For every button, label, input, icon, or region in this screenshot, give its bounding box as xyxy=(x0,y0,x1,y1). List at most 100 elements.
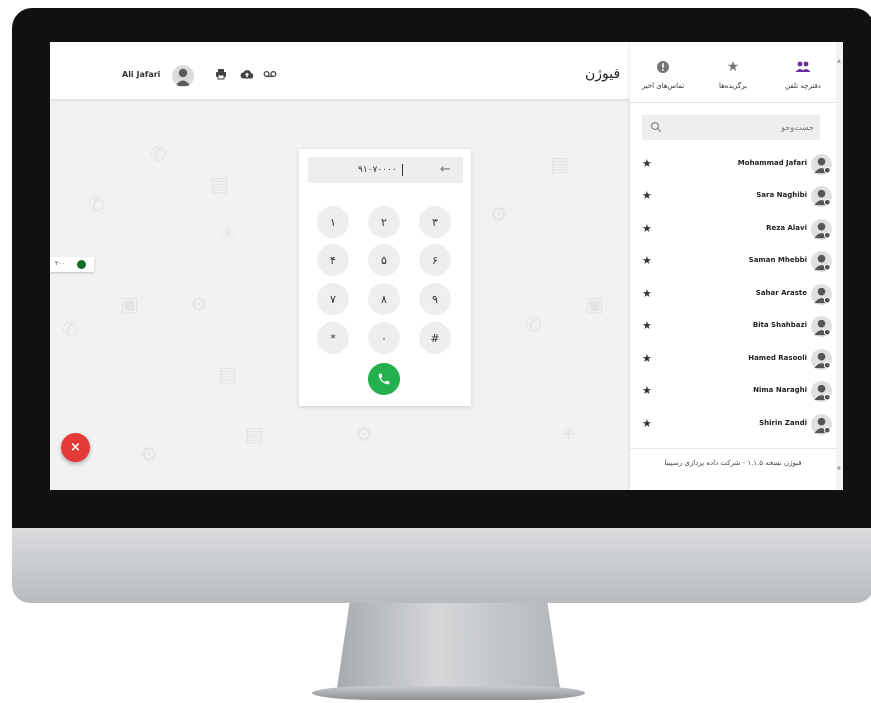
clipboard-doodle-icon: ▤ xyxy=(218,362,237,386)
contact-avatar-icon xyxy=(811,316,832,337)
status-badge[interactable]: ۲۰۰ xyxy=(50,257,94,272)
app-brand-title: فیوژن xyxy=(585,66,621,82)
tab-favorites-label: برگزیده‌ها xyxy=(718,82,748,90)
scroll-down-arrow-icon[interactable]: ▼ xyxy=(837,466,841,472)
phone-doodle-icon: ✆ xyxy=(150,142,167,166)
contact-avatar-icon xyxy=(811,251,832,272)
dial-key-9[interactable]: ۹ xyxy=(419,283,451,315)
top-bar: Ali Jafari فیوژن xyxy=(50,42,630,99)
gear-doodle-icon: ⚙ xyxy=(190,292,208,316)
favorite-star-icon[interactable]: ★ xyxy=(642,189,652,202)
dial-key-0[interactable]: ۰ xyxy=(368,322,400,354)
gear-doodle-icon: ⚙ xyxy=(140,442,158,466)
favorite-star-icon[interactable]: ★ xyxy=(642,254,652,267)
clipboard-doodle-icon: ▤ xyxy=(550,152,569,176)
app-screen: ✆ ▤ ✆ ✳ ▣ ⚙ ✆ ▤ ⚙ ▤ ⚙ ✆ ▣ ▤ ✳ ⚙ Ali Jafa… xyxy=(50,42,843,490)
voicemail-icon[interactable] xyxy=(263,68,277,82)
divider xyxy=(630,448,836,449)
contact-row[interactable]: ★ Nima Naraghi xyxy=(630,375,836,407)
search-box xyxy=(642,115,820,140)
contact-name: Mohammad Jafari xyxy=(737,159,807,167)
contact-row[interactable]: ★ Mohammad Jafari xyxy=(630,148,836,180)
contacts-icon xyxy=(770,60,836,77)
dial-key-5[interactable]: ۵ xyxy=(368,244,400,276)
favorite-star-icon[interactable]: ★ xyxy=(642,222,652,235)
sparkle-doodle-icon: ✳ xyxy=(220,222,237,246)
contact-row[interactable]: ★ Hamed Rasooli xyxy=(630,343,836,375)
status-dot-icon xyxy=(77,260,86,269)
phone-icon xyxy=(378,373,390,385)
contact-name: Hamed Rasooli xyxy=(748,354,807,362)
tab-phonebook-label: دفترچه تلفن xyxy=(785,82,821,90)
contact-name: Reza Alavi xyxy=(766,224,807,232)
tab-phonebook[interactable]: دفترچه تلفن xyxy=(770,42,836,102)
status-badge-text: ۲۰۰ xyxy=(55,260,65,267)
dial-key-4[interactable]: ۴ xyxy=(317,244,349,276)
dial-key-star[interactable]: * xyxy=(317,322,349,354)
contact-avatar-icon xyxy=(811,154,832,175)
dial-key-7[interactable]: ۷ xyxy=(317,283,349,315)
contact-avatar-icon xyxy=(811,381,832,402)
favorite-star-icon[interactable]: ★ xyxy=(642,417,652,430)
contact-row[interactable]: ★ Sara Naghibi xyxy=(630,180,836,212)
contact-avatar-icon xyxy=(811,284,832,305)
contact-avatar-icon xyxy=(811,414,832,435)
contact-row[interactable]: ★ Sahar Araste xyxy=(630,278,836,310)
dial-key-2[interactable]: ۲ xyxy=(368,206,400,238)
gear-doodle-icon: ⚙ xyxy=(490,202,508,226)
contact-row[interactable]: ★ Saman Mhebbi xyxy=(630,245,836,277)
favorite-star-icon[interactable]: ★ xyxy=(642,319,652,332)
close-fab-button[interactable]: × xyxy=(61,433,90,462)
search-icon[interactable] xyxy=(650,121,662,133)
star-icon: ★ xyxy=(726,59,740,75)
phone-doodle-icon: ✆ xyxy=(525,312,542,336)
sidebar-scrollbar[interactable]: ▲ ▼ xyxy=(836,42,843,490)
phone-doodle-icon: ✆ xyxy=(88,192,105,216)
contact-name: Sahar Araste xyxy=(755,289,807,297)
contact-name: Sara Naghibi xyxy=(756,191,807,199)
favorite-star-icon[interactable]: ★ xyxy=(642,384,652,397)
dial-key-3[interactable]: ۳ xyxy=(419,206,451,238)
dialed-number: ۹۱۰۷۰۰۰۰ xyxy=(358,165,397,175)
contact-row[interactable]: ★ Bita Shahbazi xyxy=(630,310,836,342)
contacts-sidebar: تماس‌های اخیر ★ برگزیده‌ها دفترچه تلفن xyxy=(630,42,843,490)
user-name: Ali Jafari xyxy=(122,70,161,79)
scroll-up-arrow-icon[interactable]: ▲ xyxy=(837,58,841,64)
alert-circle-icon xyxy=(630,60,696,77)
phone-doodle-icon: ✆ xyxy=(62,317,79,341)
contact-name: Shirin Zandi xyxy=(759,419,807,427)
backspace-arrow-icon[interactable]: ← xyxy=(440,162,451,177)
user-avatar-icon[interactable] xyxy=(172,65,194,87)
clipboard-doodle-icon: ▤ xyxy=(245,422,264,446)
tab-favorites[interactable]: ★ برگزیده‌ها xyxy=(700,42,766,102)
contact-row[interactable]: ★ Shirin Zandi xyxy=(630,408,836,440)
contact-avatar-icon xyxy=(811,349,832,370)
text-cursor xyxy=(402,164,403,176)
dial-key-6[interactable]: ۶ xyxy=(419,244,451,276)
call-button[interactable] xyxy=(368,363,400,395)
version-footer: فیوژن نسخه ۱.۱.۵ - شرکت داده پردازی رسپی… xyxy=(664,459,802,467)
monitor-stand xyxy=(336,603,561,695)
favorite-star-icon[interactable]: ★ xyxy=(642,352,652,365)
contact-name: Bita Shahbazi xyxy=(752,321,807,329)
contact-row[interactable]: ★ Reza Alavi xyxy=(630,213,836,245)
search-input[interactable] xyxy=(666,115,814,140)
print-icon[interactable] xyxy=(215,68,227,82)
favorite-star-icon[interactable]: ★ xyxy=(642,287,652,300)
dial-display[interactable]: ۹۱۰۷۰۰۰۰ ← xyxy=(308,157,463,183)
favorite-star-icon[interactable]: ★ xyxy=(642,157,652,170)
dial-key-hash[interactable]: # xyxy=(419,322,451,354)
sidebar-tabs: تماس‌های اخیر ★ برگزیده‌ها دفترچه تلفن xyxy=(630,42,836,103)
contact-avatar-icon xyxy=(811,186,832,207)
save-doodle-icon: ▣ xyxy=(585,292,604,316)
dial-key-8[interactable]: ۸ xyxy=(368,283,400,315)
cloud-upload-icon[interactable] xyxy=(240,68,254,82)
gear-doodle-icon: ⚙ xyxy=(355,422,373,446)
contact-name: Nima Naraghi xyxy=(753,386,807,394)
sparkle-doodle-icon: ✳ xyxy=(560,422,577,446)
tab-recent-calls[interactable]: تماس‌های اخیر xyxy=(630,42,696,102)
save-doodle-icon: ▣ xyxy=(120,292,139,316)
dial-key-1[interactable]: ۱ xyxy=(317,206,349,238)
monitor-chin xyxy=(12,528,871,603)
dialpad-panel: ۹۱۰۷۰۰۰۰ ← ۱ ۲ ۳ ۴ ۵ ۶ ۷ ۸ ۹ * ۰ # xyxy=(299,149,471,406)
